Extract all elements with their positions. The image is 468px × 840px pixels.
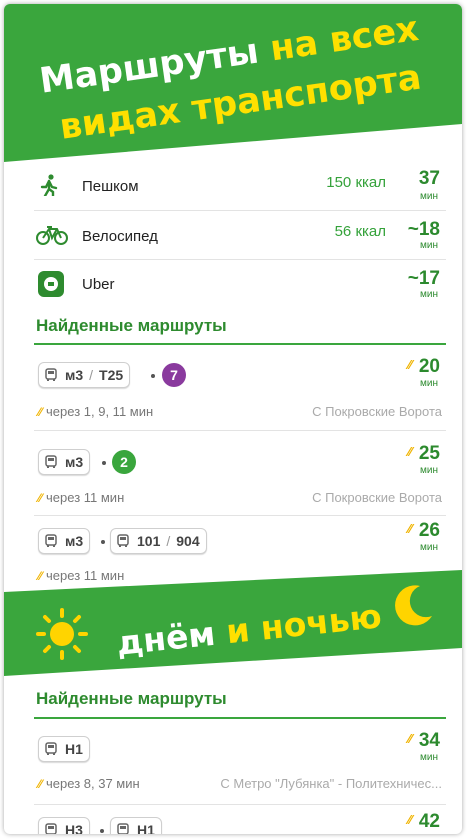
mode-row-uber[interactable]: Uber ~17 мин — [34, 260, 446, 308]
route-time-unit: мин — [420, 465, 438, 476]
route-chip: 101/904 — [110, 528, 207, 554]
realtime-icon: ⁄⁄ — [407, 813, 412, 827]
separator-dot — [102, 461, 106, 465]
route-chip: м3 — [38, 528, 91, 554]
realtime-icon: ⁄⁄ — [38, 777, 43, 791]
route-chip: м3/Т25 — [38, 362, 131, 388]
bus-icon — [117, 823, 129, 834]
separator-dot — [101, 540, 105, 544]
route-departures: ⁄⁄ через 11 мин — [38, 490, 125, 505]
route-departures: ⁄⁄ через 1, 9, 11 мин — [38, 404, 154, 419]
metro-line-badge: 2 — [112, 450, 136, 474]
moon-icon — [395, 585, 432, 626]
bus-icon — [45, 534, 57, 547]
mode-time: ~17 — [407, 268, 440, 289]
route-chip: Н1 — [110, 817, 162, 834]
mode-label: Велосипед — [82, 228, 158, 245]
top-banner: Маршруты на всех видах транспорта — [4, 4, 462, 179]
bus-icon — [45, 455, 57, 468]
route-stop: С Покровские Ворота — [312, 490, 442, 505]
route-row[interactable]: м3 2 ⁄⁄ 25 мин ⁄⁄ через 11 мин С Покровск… — [34, 431, 446, 516]
section-title: Найденные маршруты — [36, 316, 227, 335]
mode-kcal: 150 ккал — [326, 174, 386, 191]
route-stop: С Покровские Ворота — [312, 404, 442, 419]
separator-dot — [100, 829, 104, 833]
mode-time: ~18 — [407, 219, 440, 240]
section-title: Найденные маршруты — [36, 689, 227, 708]
realtime-icon: ⁄⁄ — [407, 732, 412, 746]
mode-row-bike[interactable]: Велосипед 56 ккал ~18 мин — [34, 211, 446, 260]
mode-label: Пешком — [82, 178, 139, 195]
section-divider — [34, 717, 446, 719]
route-time-unit: мин — [420, 542, 438, 553]
mode-time: 37 — [418, 168, 440, 189]
realtime-icon: ⁄⁄ — [38, 491, 43, 505]
bicycle-icon — [36, 226, 68, 245]
route-time: 34 — [418, 730, 440, 751]
route-time: 25 — [418, 443, 440, 464]
mode-row-walk[interactable]: Пешком 150 ккал 37 мин — [34, 162, 446, 211]
route-chip: Н1 — [38, 736, 90, 762]
realtime-icon: ⁄⁄ — [38, 405, 43, 419]
route-time: 20 — [418, 356, 440, 377]
route-time-unit: мин — [420, 378, 438, 389]
mode-kcal: 56 ккал — [334, 223, 386, 240]
mode-time-unit: мин — [420, 289, 438, 300]
app-screenshot: Маршруты на всех видах транспорта Пешком… — [4, 4, 462, 834]
walking-person-icon — [40, 174, 58, 196]
sun-icon — [36, 608, 88, 660]
route-stop: С Метро "Лубянка" - Политехничес... — [220, 776, 442, 791]
realtime-icon: ⁄⁄ — [407, 445, 412, 459]
route-time: 26 — [418, 520, 440, 541]
bus-icon — [45, 823, 57, 834]
bus-icon — [117, 534, 129, 547]
realtime-icon: ⁄⁄ — [407, 358, 412, 372]
separator-dot — [151, 374, 155, 378]
route-row[interactable]: Н3 Н1 ⁄⁄ 42 — [34, 805, 446, 834]
route-time: 42 — [418, 811, 440, 832]
uber-logo-icon — [38, 271, 64, 297]
metro-line-badge: 7 — [162, 363, 186, 387]
bus-icon — [45, 742, 57, 755]
route-chip: м3 — [38, 449, 91, 475]
mode-time-unit: мин — [420, 191, 438, 202]
route-chip: Н3 — [38, 817, 90, 834]
mode-time-unit: мин — [420, 240, 438, 251]
bus-icon — [45, 368, 57, 381]
route-departures: ⁄⁄ через 8, 37 мин — [38, 776, 140, 791]
section-divider — [34, 343, 446, 345]
route-time-unit: мин — [420, 752, 438, 763]
mode-label: Uber — [82, 276, 115, 293]
route-row[interactable]: Н1 ⁄⁄ 34 мин ⁄⁄ через 8, 37 мин С Метро "… — [34, 720, 446, 805]
realtime-icon: ⁄⁄ — [407, 522, 412, 536]
route-row[interactable]: м3/Т25 7 ⁄⁄ 20 мин ⁄⁄ через 1, 9, 11 мин … — [34, 346, 446, 431]
